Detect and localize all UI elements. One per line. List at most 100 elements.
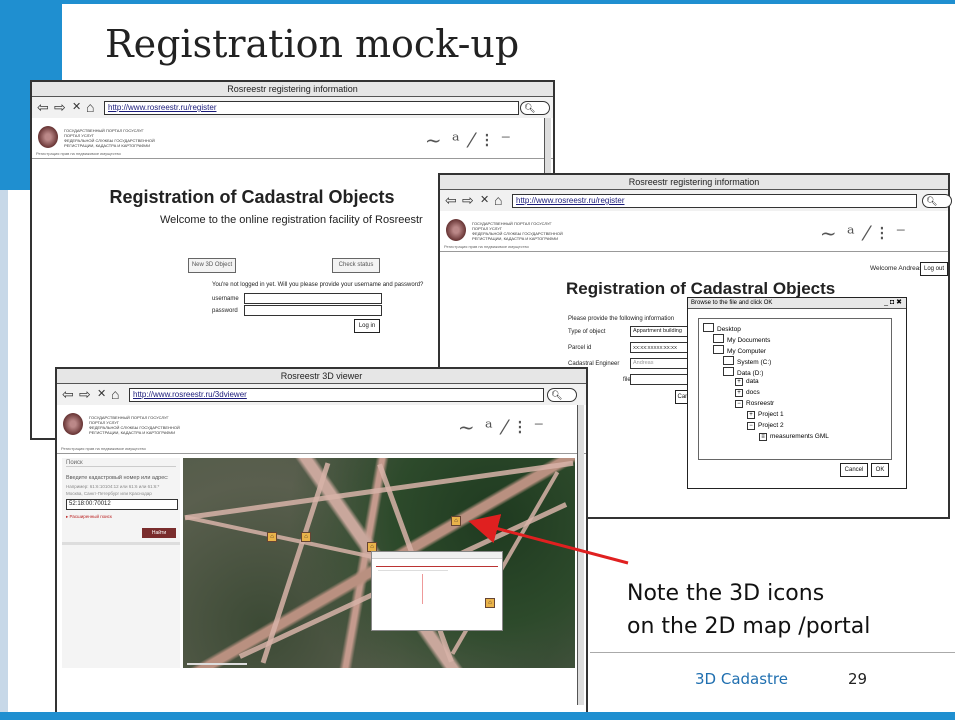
back-icon[interactable]: ⇦ bbox=[445, 193, 457, 207]
scrollbar[interactable] bbox=[544, 118, 551, 178]
forward-icon[interactable]: ⇨ bbox=[79, 387, 91, 401]
tree-item-my-computer[interactable]: My Computer bbox=[713, 345, 766, 355]
folder-icon bbox=[713, 345, 724, 354]
search-icon[interactable]: 🔍︎ bbox=[922, 194, 952, 208]
3d-building-icon[interactable]: ⌂ bbox=[485, 598, 495, 608]
tree-item-rosreestr[interactable]: − Rosreestr bbox=[735, 400, 774, 408]
page-heading: Registration of Cadastral Objects bbox=[109, 187, 395, 207]
close-icon[interactable]: ✕ bbox=[72, 100, 81, 114]
back-icon[interactable]: ⇦ bbox=[37, 100, 49, 114]
form-heading: Registration of Cadastral Objects bbox=[566, 279, 836, 298]
search-header: Поиск bbox=[66, 460, 176, 467]
type-select[interactable]: Appartment building bbox=[630, 326, 690, 337]
url-field[interactable]: http://www.rosreestr.ru/register bbox=[104, 101, 519, 115]
tree-item-data-drive[interactable]: Data (D:) bbox=[723, 367, 763, 377]
new-3d-object-button[interactable]: New 3D Object bbox=[188, 258, 236, 273]
map-road bbox=[184, 515, 402, 565]
forward-icon[interactable]: ⇨ bbox=[54, 100, 66, 114]
tree-item-project1[interactable]: + Project 1 bbox=[747, 411, 784, 419]
footer-divider bbox=[590, 652, 955, 653]
3d-building-icon[interactable]: ⌂ bbox=[267, 532, 277, 542]
home-icon[interactable]: ⌂ bbox=[86, 100, 94, 114]
3d-building-icon[interactable]: ⌂ bbox=[451, 516, 461, 526]
tree-item-desktop[interactable]: Desktop bbox=[703, 323, 741, 333]
file-field[interactable] bbox=[630, 374, 688, 385]
slide-accent-bar bbox=[0, 0, 62, 90]
nav-bar: ⇦ ⇨ ✕ ⌂ http://www.rosreestr.ru/register… bbox=[440, 190, 952, 213]
back-icon[interactable]: ⇦ bbox=[62, 387, 74, 401]
search-hint: Введите кадастровый номер или адрес: bbox=[66, 475, 169, 481]
tree-item-my-documents[interactable]: My Documents bbox=[713, 334, 770, 344]
url-field[interactable]: http://www.rosreestr.ru/3dviewer bbox=[129, 388, 544, 402]
password-label: password bbox=[212, 308, 238, 314]
collapse-icon[interactable]: − bbox=[747, 422, 755, 430]
username-field[interactable] bbox=[244, 293, 382, 304]
home-icon[interactable]: ⌂ bbox=[111, 387, 119, 401]
search-icon[interactable]: 🔍︎ bbox=[547, 388, 577, 402]
file-icon: ≡ bbox=[759, 433, 767, 441]
logout-button[interactable]: Log out bbox=[920, 262, 948, 276]
window-title: Rosreestr registering information bbox=[32, 82, 553, 97]
nav-bar: ⇦ ⇨ ✕ ⌂ http://www.rosreestr.ru/3dviewer… bbox=[57, 384, 586, 407]
annotation-arrow bbox=[468, 514, 629, 565]
expand-icon[interactable]: + bbox=[747, 411, 755, 419]
search-icon[interactable]: 🔍︎ bbox=[520, 101, 550, 115]
nav-bar: ⇦ ⇨ ✕ ⌂ http://www.rosreestr.ru/register… bbox=[32, 97, 553, 120]
window-title: Rosreestr 3D viewer bbox=[57, 369, 586, 384]
login-button[interactable]: Log in bbox=[354, 319, 380, 333]
find-button[interactable]: Найти bbox=[142, 528, 176, 538]
signature-logo: ~ ᵃ ⁄ ⁝ ⁻ bbox=[819, 221, 908, 245]
popup-values bbox=[422, 574, 447, 604]
expand-icon[interactable]: + bbox=[735, 389, 743, 397]
slide-top-line bbox=[0, 0, 955, 4]
file-browse-dialog: Browse to the file and click OK _ ◘ ✖ De… bbox=[687, 297, 907, 489]
slide-title: Registration mock-up bbox=[105, 22, 520, 66]
folder-icon bbox=[723, 367, 734, 376]
forward-icon[interactable]: ⇨ bbox=[462, 193, 474, 207]
collapse-icon[interactable]: − bbox=[735, 400, 743, 408]
emblem-icon bbox=[446, 219, 466, 241]
signature-logo: ~ ᵃ ⁄ ⁝ ⁻ bbox=[424, 128, 513, 152]
folder-icon bbox=[713, 334, 724, 343]
url-field[interactable]: http://www.rosreestr.ru/register bbox=[512, 194, 917, 208]
breadcrumb: Регистрация прав на недвижимое имущество bbox=[36, 151, 121, 156]
parcel-label: Parcel id bbox=[568, 345, 592, 351]
tree-item-docs[interactable]: + docs bbox=[735, 389, 760, 397]
tree-item-data[interactable]: + data bbox=[735, 378, 759, 386]
check-status-button[interactable]: Check status bbox=[332, 258, 380, 273]
tree-item-system[interactable]: System (C:) bbox=[723, 356, 771, 366]
tree-item-measurements-gml[interactable]: ≡ measurements GML bbox=[759, 433, 829, 441]
portal-header: ГОСУДАРСТВЕННЫЙ ПОРТАЛ ГОСУСЛУГ ПОРТАЛ УС… bbox=[57, 405, 586, 454]
portal-header: ГОСУДАРСТВЕННЫЙ ПОРТАЛ ГОСУСЛУГ ПОРТАЛ УС… bbox=[440, 211, 948, 252]
emblem-icon bbox=[63, 413, 83, 435]
folder-tree: Desktop My Documents My Computer System … bbox=[698, 318, 892, 460]
breadcrumb: Регистрация прав на недвижимое имущество bbox=[444, 244, 529, 249]
folder-icon bbox=[703, 323, 714, 332]
search-panel: Поиск Введите кадастровый номер или адре… bbox=[62, 458, 180, 668]
advanced-search-link[interactable]: ▸ Расширенный поиск bbox=[66, 514, 112, 520]
instructions: Please provide the following information bbox=[568, 316, 675, 322]
footer-label: 3D Cadastre bbox=[695, 670, 789, 688]
search-cities: Москва, Санкт-Петербург или Краснодар bbox=[66, 491, 152, 496]
home-icon[interactable]: ⌂ bbox=[494, 193, 502, 207]
close-icon[interactable]: ✕ bbox=[97, 387, 106, 401]
portal-header: ГОСУДАРСТВЕННЫЙ ПОРТАЛ ГОСУСЛУГ ПОРТАЛ УС… bbox=[32, 118, 553, 159]
tree-item-project2[interactable]: − Project 2 bbox=[747, 422, 784, 430]
parcel-field[interactable]: XX:XX:XXXXX:XX:XX bbox=[630, 342, 690, 353]
3d-building-icon[interactable]: ⌂ bbox=[301, 532, 311, 542]
dialog-ok-button[interactable]: OK bbox=[871, 463, 889, 477]
close-icon[interactable]: ✕ bbox=[480, 193, 489, 207]
page-number: 29 bbox=[848, 670, 868, 688]
map-road bbox=[260, 462, 331, 664]
cadastral-search-input[interactable]: 52:18:00:70012 bbox=[66, 499, 178, 510]
expand-icon[interactable]: + bbox=[735, 378, 743, 386]
window-controls-icon[interactable]: _ ◘ ✖ bbox=[884, 298, 902, 308]
portal-text: ГОСУДАРСТВЕННЫЙ ПОРТАЛ ГОСУСЛУГ ПОРТАЛ УС… bbox=[472, 221, 563, 241]
engineer-field[interactable]: Andreas bbox=[630, 358, 690, 369]
footer-accent-bar bbox=[0, 712, 955, 720]
password-field[interactable] bbox=[244, 305, 382, 316]
dialog-cancel-button[interactable]: Cancel bbox=[840, 463, 868, 477]
type-label: Type of object bbox=[568, 329, 606, 335]
search-example: Например: 61:6:10104:12 или 61:6 или 61:… bbox=[66, 484, 160, 489]
breadcrumb: Регистрация прав на недвижимое имущество bbox=[61, 446, 146, 451]
